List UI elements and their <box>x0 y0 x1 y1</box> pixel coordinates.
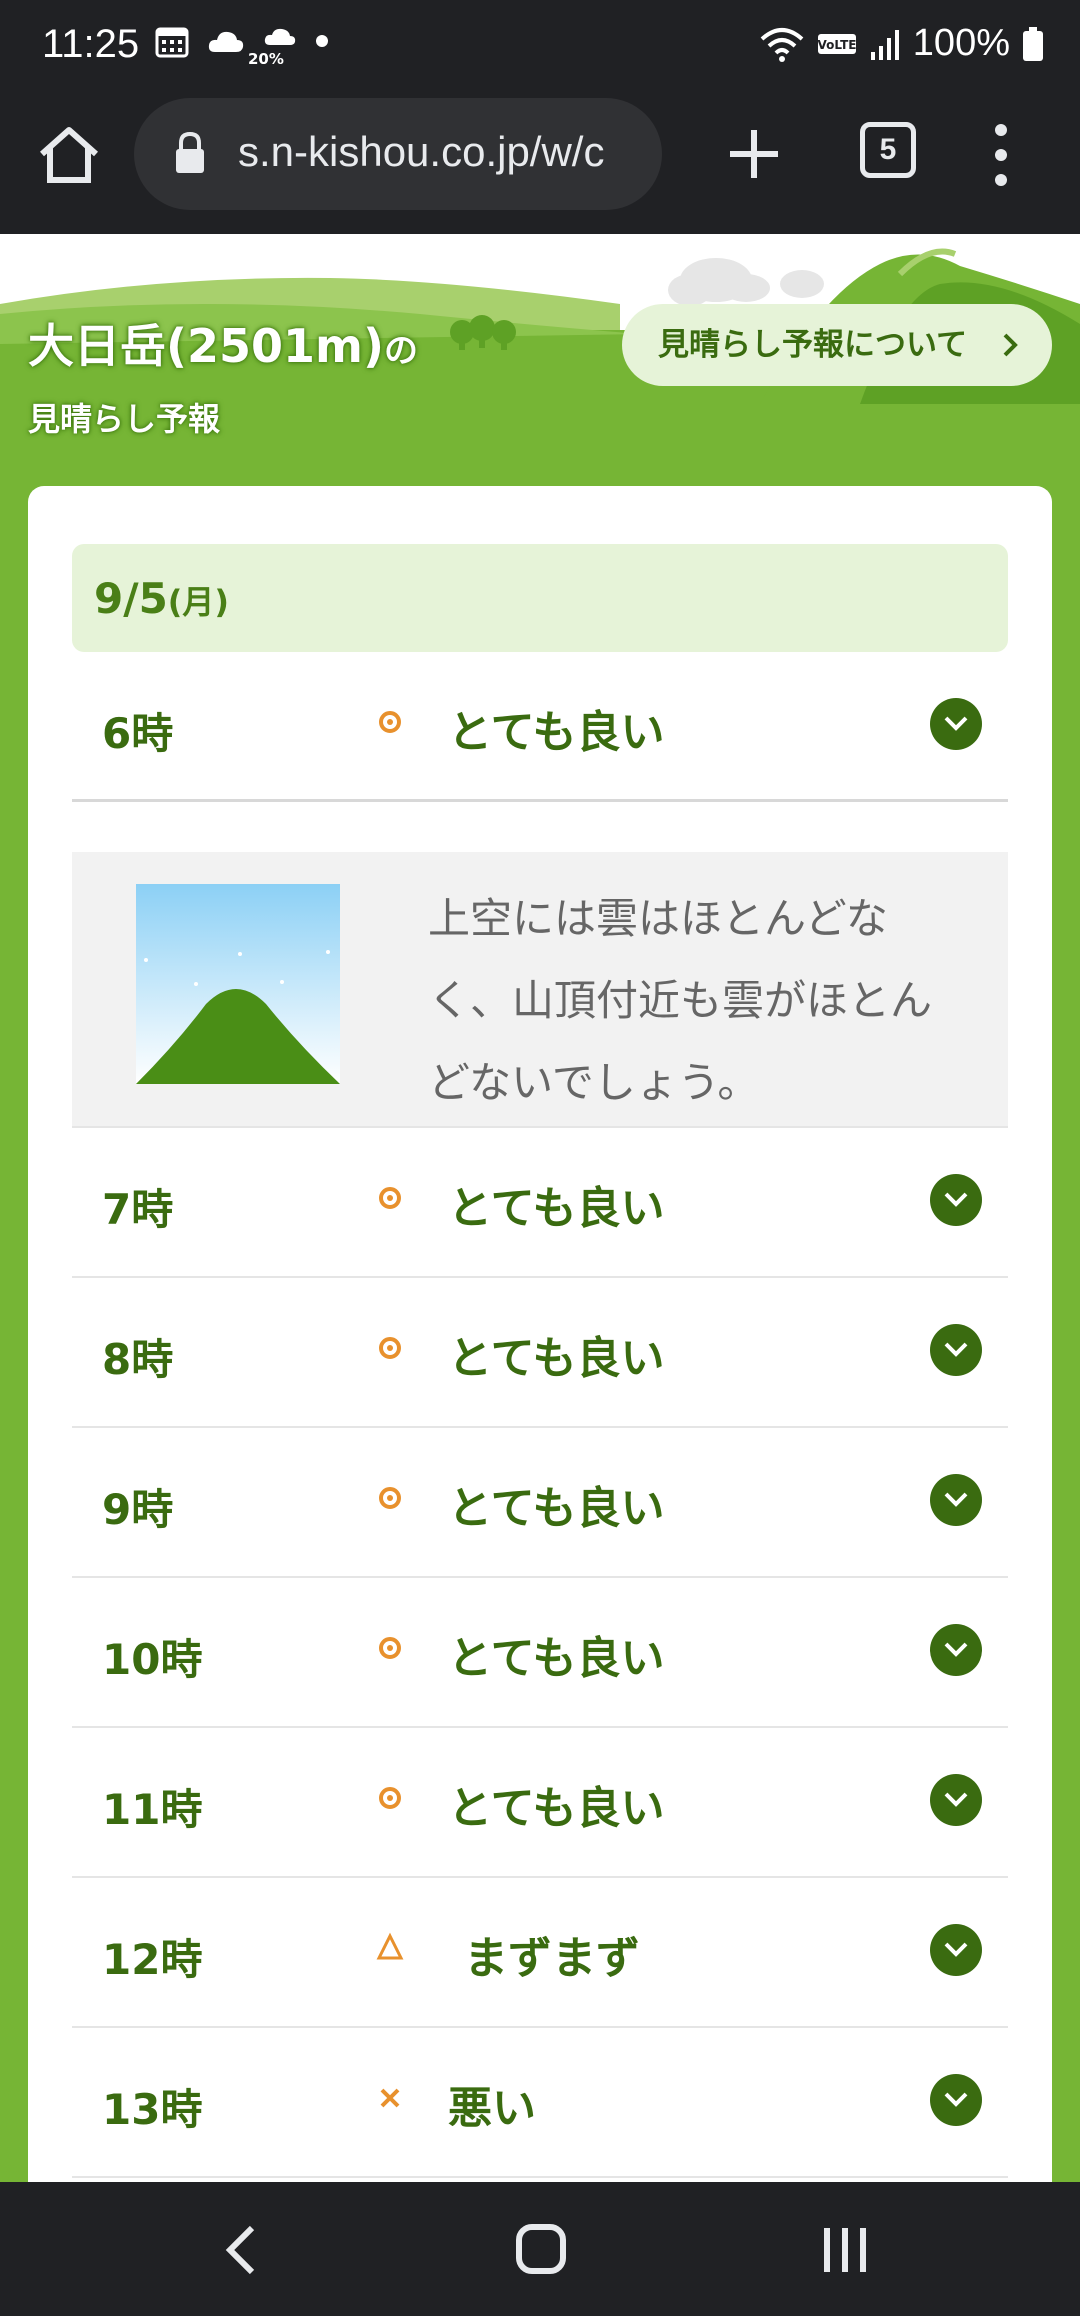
battery-percent: 100% <box>912 22 1010 64</box>
status-system-icons: VoLTE 100% <box>759 22 1044 65</box>
rating-text: とても良い <box>448 1783 665 1834</box>
chevron-down-icon <box>944 1492 968 1507</box>
chevron-right-icon <box>1003 333 1018 357</box>
expand-toggle-button[interactable] <box>930 1924 982 1976</box>
good-circle-icon <box>379 1337 401 1359</box>
rain-chance-text: 20% <box>248 50 284 68</box>
new-tab-icon[interactable] <box>722 122 786 186</box>
hour-label: 6時 <box>102 709 174 758</box>
expand-toggle-button[interactable] <box>930 698 982 750</box>
rating-text: とても良い <box>448 1333 665 1384</box>
poor-cross-icon <box>380 2088 400 2108</box>
expand-toggle-button[interactable] <box>930 1324 982 1376</box>
hour-row[interactable]: 12時 まずまず <box>72 1878 1008 2028</box>
more-menu-icon[interactable] <box>976 120 1026 190</box>
chevron-down-icon <box>944 2092 968 2107</box>
page-subtitle: 見晴らし予報 <box>28 400 221 438</box>
lock-icon <box>176 132 204 173</box>
cloud-icon <box>208 31 244 52</box>
hour-label: 12時 <box>102 1935 203 1984</box>
about-forecast-button[interactable]: 見晴らし予報について <box>622 304 1052 386</box>
hour-row[interactable]: 8時 とても良い <box>72 1278 1008 1428</box>
url-text: s.n-kishou.co.jp/w/c <box>238 128 605 175</box>
hour-label: 11時 <box>102 1785 203 1834</box>
home-nav-icon[interactable] <box>516 2224 566 2274</box>
detail-line-3: どないでしょう。 <box>428 1058 760 1107</box>
date-weekday: (月) <box>167 583 230 621</box>
svg-text:VoLTE: VoLTE <box>817 38 856 52</box>
forecast-card: 9/5(月) 上空には雲はほとんどな く、山頂付近も雲がほとん どないでしょう。… <box>28 486 1052 2182</box>
chevron-down-icon <box>944 1192 968 1207</box>
hour-row[interactable]: 11時 とても良い <box>72 1728 1008 1878</box>
hour-label: 13時 <box>102 2085 203 2134</box>
rating-text: まずまず <box>464 1933 640 1984</box>
rating-text: 悪い <box>448 2083 536 2134</box>
hour-label: 8時 <box>102 1335 174 1384</box>
date-value: 9/5 <box>94 574 168 623</box>
system-navigation-bar <box>0 2182 1080 2316</box>
hour-label: 10時 <box>102 1635 203 1684</box>
dot-icon <box>316 35 328 47</box>
status-time: 11:25 <box>42 22 140 66</box>
expand-toggle-button[interactable] <box>930 2074 982 2126</box>
recent-apps-icon[interactable] <box>822 2226 868 2274</box>
volte-icon: VoLTE <box>817 33 856 54</box>
page-title: 大日岳(2501m)の <box>28 310 418 376</box>
about-forecast-label: 見晴らし予報について <box>658 327 968 363</box>
expand-toggle-button[interactable] <box>930 1774 982 1826</box>
hour-label: 7時 <box>102 1185 174 1234</box>
web-page: 大日岳(2501m)の 見晴らし予報 見晴らし予報について 9/5(月) 上空に… <box>0 234 1080 2182</box>
good-circle-icon <box>379 1487 401 1509</box>
rating-text: とても良い <box>448 1483 665 1534</box>
address-bar[interactable]: s.n-kishou.co.jp/w/c <box>134 98 662 210</box>
chevron-down-icon <box>944 1942 968 1957</box>
detail-line-1: 上空には雲はほとんどな <box>428 894 888 943</box>
hour-row[interactable]: 7時 とても良い <box>72 1128 1008 1278</box>
good-circle-icon <box>379 711 401 733</box>
rating-text: とても良い <box>448 707 665 758</box>
hour-label: 9時 <box>102 1485 174 1534</box>
rating-text: とても良い <box>448 1183 665 1234</box>
forecast-detail-panel: 上空には雲はほとんどな く、山頂付近も雲がほとん どないでしょう。 <box>72 852 1008 1128</box>
title-suffix: の <box>384 331 419 371</box>
expand-toggle-button[interactable] <box>930 1174 982 1226</box>
status-bar: 11:25 20% VoLTE 100% <box>0 0 1080 92</box>
clear-sky-mountain-image <box>136 884 340 1084</box>
good-circle-icon <box>379 1637 401 1659</box>
chevron-down-icon <box>944 1642 968 1657</box>
fair-triangle-icon <box>376 1932 404 1960</box>
tab-switcher-button[interactable]: 5 <box>860 122 916 178</box>
expand-toggle-button[interactable] <box>930 1624 982 1676</box>
rating-text: とても良い <box>448 1633 665 1684</box>
status-notification-icons <box>155 24 329 58</box>
battery-icon <box>1023 26 1043 61</box>
wifi-icon <box>760 27 804 62</box>
hour-row[interactable]: 13時 悪い <box>72 2028 1008 2178</box>
home-icon[interactable] <box>36 122 102 188</box>
browser-toolbar: s.n-kishou.co.jp/w/c 5 <box>0 92 1080 234</box>
good-circle-icon <box>379 1187 401 1209</box>
hour-row[interactable]: 10時 とても良い <box>72 1578 1008 1728</box>
chevron-down-icon <box>944 716 968 731</box>
mountain-name: 大日岳(2501m) <box>28 319 385 373</box>
expand-toggle-button[interactable] <box>930 1474 982 1526</box>
good-circle-icon <box>379 1787 401 1809</box>
forecast-date: 9/5(月) <box>94 574 229 623</box>
date-header: 9/5(月) <box>72 544 1008 652</box>
chevron-down-icon <box>944 1792 968 1807</box>
back-icon[interactable] <box>222 2224 258 2276</box>
hour-row[interactable]: 9時 とても良い <box>72 1428 1008 1578</box>
chevron-down-icon <box>944 1342 968 1357</box>
hour-row[interactable]: 6時 とても良い <box>72 652 1008 802</box>
forecast-detail-text: 上空には雲はほとんどな く、山頂付近も雲がほとん どないでしょう。 <box>428 878 968 1124</box>
signal-icon <box>870 29 899 60</box>
detail-line-2: く、山頂付近も雲がほとん <box>428 976 933 1025</box>
calendar-icon <box>155 27 189 58</box>
